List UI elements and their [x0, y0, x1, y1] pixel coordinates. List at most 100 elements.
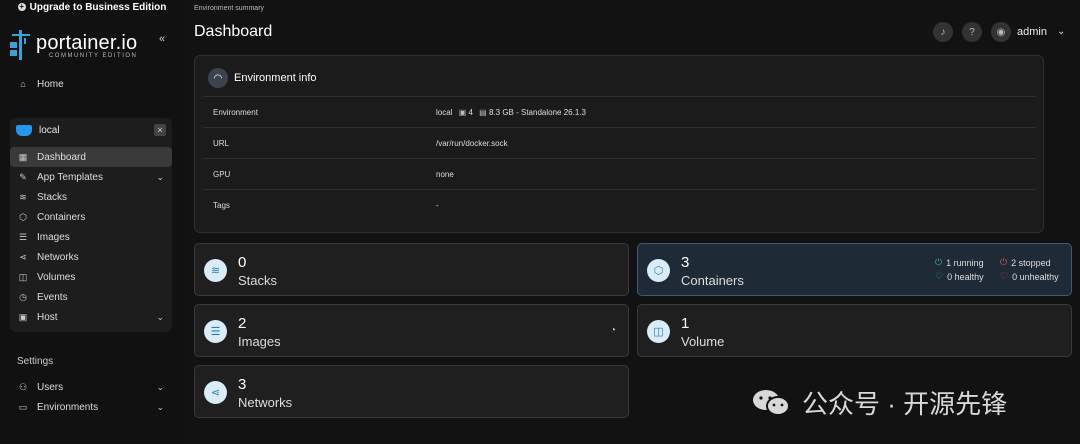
pie-chart-icon: ◔	[610, 325, 617, 336]
layers-icon: ≋	[19, 191, 27, 202]
volumes-count: 1	[681, 315, 690, 332]
images-count: 2	[238, 315, 247, 332]
list-icon: ☰	[18, 231, 28, 242]
healthy-status: ♡ 0 healthy	[935, 271, 984, 282]
info-value: local ▣ 4 ▤ 8.3 GB - Standalone 26.1.3	[436, 108, 586, 117]
info-row-url: URL /var/run/docker.sock	[203, 127, 1036, 158]
share-icon: ⋖	[19, 251, 27, 262]
environment-info-title: ◠ Environment info	[208, 68, 317, 88]
stacks-label: Stacks	[238, 273, 278, 288]
gauge-icon: ◠	[208, 68, 228, 88]
chevron-down-icon: ⌄	[156, 401, 164, 412]
notifications-button[interactable]: ♪	[933, 22, 953, 42]
breadcrumb: Environment summary	[194, 5, 265, 12]
sidebar-item-host[interactable]: ▣ Host ⌄	[10, 307, 172, 327]
user-avatar[interactable]: ◉	[991, 22, 1011, 42]
info-row-environment: Environment local ▣ 4 ▤ 8.3 GB - Standal…	[203, 96, 1036, 127]
brand-name: portainer.io	[36, 31, 138, 54]
unhealthy-status: ♡ 0 unhealthy	[1000, 271, 1059, 282]
layers-icon: ≋	[204, 259, 227, 282]
containers-card[interactable]: ⬡ 3 Containers ⏻ 1 running ⏻ 2 stopped ♡…	[637, 243, 1072, 296]
sidebar-item-label: Dashboard	[37, 151, 86, 163]
networks-label: Networks	[238, 395, 293, 410]
sidebar-item-environments[interactable]: ▭ Environments ⌄	[10, 397, 172, 417]
containers-count: 3	[681, 254, 690, 271]
memory-icon: ▤	[479, 108, 487, 117]
list-icon: ☰	[204, 320, 227, 343]
watermark-text: 公众号 · 开源先锋	[802, 389, 1008, 419]
networks-card[interactable]: ⋖ 3 Networks	[194, 365, 629, 418]
help-button[interactable]: ?	[962, 22, 982, 42]
sidebar-item-users[interactable]: ⚇ Users ⌄	[10, 377, 172, 397]
sidebar-item-label: Networks	[37, 251, 79, 263]
plus-icon: +	[17, 2, 26, 11]
environment-name: local	[39, 124, 60, 136]
users-icon: ⚇	[18, 381, 28, 392]
upgrade-banner[interactable]: + Upgrade to Business Edition	[0, 0, 184, 14]
power-icon: ⏻	[1000, 257, 1008, 267]
cube-icon: ⬡	[19, 211, 27, 222]
sidebar-item-label: Users	[37, 381, 64, 393]
sidebar-item-dashboard[interactable]: ▦ Dashboard	[10, 147, 172, 167]
environment-info-panel: ◠ Environment info Environment local ▣ 4…	[194, 55, 1044, 233]
sidebar-item-label: Containers	[37, 211, 86, 223]
sidebar-item-home[interactable]: ⌂ Home	[10, 74, 172, 94]
home-icon: ⌂	[20, 79, 26, 89]
collapse-sidebar-button[interactable]: «	[155, 32, 169, 46]
chevron-down-icon: ⌄	[156, 381, 164, 392]
chevron-down-icon: ⌄	[156, 171, 164, 182]
chevron-down-icon: ⌄	[156, 311, 164, 322]
stacks-count: 0	[238, 254, 247, 271]
images-card[interactable]: ☰ 2 Images ◔	[194, 304, 629, 357]
brand-edition: COMMUNITY EDITION	[48, 52, 138, 59]
images-label: Images	[238, 334, 281, 349]
cube-icon: ⬡	[647, 259, 670, 282]
share-icon: ⋖	[204, 381, 227, 404]
logo[interactable]: portainer.io COMMUNITY EDITION	[10, 30, 137, 60]
volumes-label: Volume	[681, 334, 725, 349]
heart-icon: ♡	[935, 271, 944, 281]
info-row-gpu: GPU none	[203, 158, 1036, 189]
cpu-icon: ▣	[458, 108, 467, 117]
sidebar-item-app-templates[interactable]: ✎ App Templates ⌄	[10, 167, 172, 187]
info-value: none	[436, 170, 454, 179]
sidebar-item-label: Host	[37, 311, 58, 323]
history-icon: ◷	[19, 291, 27, 302]
info-key: Tags	[213, 201, 230, 210]
volumes-card[interactable]: ◫ 1 Volume	[637, 304, 1072, 357]
info-key: URL	[213, 139, 230, 148]
dashboard-icon: ▦	[18, 151, 28, 162]
hdd-icon: ▭	[18, 401, 28, 412]
sidebar-item-images[interactable]: ☰ Images	[10, 227, 172, 247]
watermark: 公众号 · 开源先锋	[752, 384, 1007, 421]
close-environment-button[interactable]: ×	[154, 124, 166, 136]
environment-header[interactable]: local	[10, 120, 172, 140]
stopped-status: ⏻ 2 stopped	[1000, 257, 1051, 268]
sidebar-item-networks[interactable]: ⋖ Networks	[10, 247, 172, 267]
database-icon: ◫	[647, 320, 670, 343]
edit-icon: ✎	[19, 171, 27, 182]
database-icon: ◫	[18, 271, 28, 282]
user-menu-name[interactable]: admin	[1017, 26, 1047, 38]
info-value: /var/run/docker.sock	[436, 139, 508, 148]
sidebar-item-label: Stacks	[37, 191, 68, 203]
containers-label: Containers	[681, 273, 744, 288]
info-key: GPU	[213, 170, 231, 179]
info-value: -	[436, 201, 439, 210]
sidebar-item-events[interactable]: ◷ Events	[10, 287, 172, 307]
sidebar-item-label: Volumes	[37, 271, 76, 283]
info-row-tags: Tags -	[203, 189, 1036, 220]
sidebar: + Upgrade to Business Edition portainer.…	[0, 0, 184, 444]
sidebar-item-stacks[interactable]: ≋ Stacks	[10, 187, 172, 207]
sidebar-item-volumes[interactable]: ◫ Volumes	[10, 267, 172, 287]
chevron-down-icon[interactable]: ⌄	[1057, 26, 1065, 37]
sidebar-item-label: Home	[37, 78, 64, 90]
upgrade-label: Upgrade to Business Edition	[29, 1, 167, 13]
sidebar-item-containers[interactable]: ⬡ Containers	[10, 207, 172, 227]
environment-detail: - Standalone 26.1.3	[516, 108, 586, 117]
stacks-card[interactable]: ≋ 0 Stacks	[194, 243, 629, 296]
power-icon: ⏻	[935, 257, 943, 267]
networks-count: 3	[238, 376, 247, 393]
help-icon: ?	[969, 26, 975, 38]
info-key: Environment	[213, 108, 258, 117]
